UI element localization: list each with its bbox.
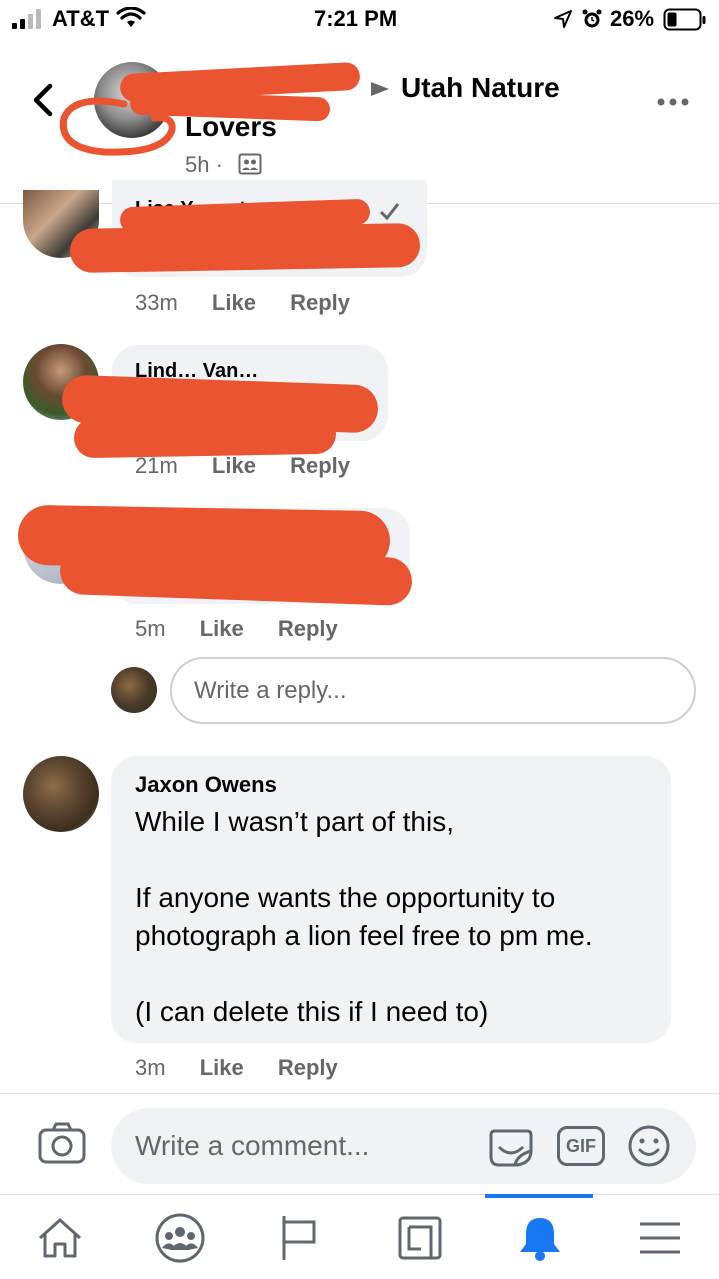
- nav-groups[interactable]: [125, 1195, 235, 1279]
- bottom-navigation: [0, 1194, 719, 1279]
- groups-icon: [155, 1213, 205, 1262]
- reply-input-placeholder: Write a reply...: [194, 677, 347, 704]
- notifications-bell-icon: [520, 1217, 560, 1261]
- my-avatar: [111, 667, 157, 713]
- like-button[interactable]: Like: [212, 453, 256, 478]
- battery-icon: [663, 8, 709, 37]
- gif-button[interactable]: GIF: [557, 1126, 605, 1166]
- news-icon: [398, 1216, 442, 1259]
- carrier-label: AT&T: [52, 6, 110, 31]
- comment-actions: 5m Like Reply: [135, 616, 435, 642]
- comment-time: 3m: [135, 1055, 166, 1080]
- comment-time: 33m: [135, 290, 178, 315]
- like-button[interactable]: Like: [212, 290, 256, 315]
- comment-body: While I wasn’t part of this, If anyone w…: [135, 806, 593, 1027]
- emoji-icon[interactable]: [627, 1124, 671, 1173]
- reply-button[interactable]: Reply: [278, 616, 338, 641]
- nav-news[interactable]: [365, 1195, 475, 1279]
- back-chevron-icon[interactable]: [30, 82, 56, 123]
- comment-actions: 21m Like Reply: [135, 453, 435, 479]
- status-bar: AT&T 7:21 PM 26%: [0, 0, 719, 40]
- nav-pages[interactable]: [245, 1195, 355, 1279]
- menu-icon: [640, 1222, 680, 1253]
- group-name-line2[interactable]: Lovers: [185, 111, 277, 143]
- signal-icon: [12, 9, 46, 29]
- comment-time: 5m: [135, 616, 166, 641]
- camera-icon[interactable]: [38, 1122, 86, 1169]
- like-button[interactable]: Like: [200, 616, 244, 641]
- nav-home[interactable]: [5, 1195, 115, 1279]
- comment-time: 21m: [135, 453, 178, 478]
- shared-to-arrow-icon: [368, 80, 392, 103]
- group-name-line1[interactable]: Utah Nature: [401, 72, 560, 104]
- comment-composer: Write a comment... GIF: [0, 1093, 719, 1195]
- nav-menu[interactable]: [605, 1195, 715, 1279]
- alarm-icon: [581, 8, 603, 35]
- commenter-avatar[interactable]: [23, 756, 99, 832]
- reply-button[interactable]: Reply: [278, 1055, 338, 1080]
- clock-time: 7:21 PM: [314, 6, 398, 31]
- sticker-icon[interactable]: [487, 1125, 535, 1174]
- more-options-icon[interactable]: [656, 94, 690, 112]
- redaction-loop: [59, 97, 176, 156]
- comment-input[interactable]: Write a comment... GIF: [111, 1108, 696, 1184]
- comment-input-placeholder: Write a comment...: [135, 1130, 370, 1161]
- battery-percent: 26%: [610, 6, 655, 31]
- group-privacy-icon: [238, 153, 262, 180]
- pages-flag-icon: [282, 1215, 316, 1260]
- gif-label: GIF: [566, 1135, 596, 1156]
- comment-actions: 3m Like Reply: [135, 1055, 435, 1081]
- comment-author[interactable]: Jaxon Owens: [135, 772, 277, 798]
- location-arrow-icon: [553, 9, 573, 34]
- redaction-mark: [69, 222, 421, 274]
- home-icon: [38, 1218, 82, 1257]
- wifi-icon: [116, 6, 146, 34]
- nav-notifications[interactable]: [485, 1195, 595, 1279]
- verified-badge-icon: [378, 200, 400, 225]
- comment-actions: 33m Like Reply: [135, 290, 435, 316]
- post-timestamp: 5h ·: [185, 152, 223, 177]
- redaction-mark: [73, 413, 337, 459]
- reply-button[interactable]: Reply: [290, 290, 350, 315]
- like-button[interactable]: Like: [200, 1055, 244, 1080]
- comment-bubble[interactable]: Jaxon Owens While I wasn’t part of this,…: [111, 756, 671, 1043]
- reply-button[interactable]: Reply: [290, 453, 350, 478]
- reply-input[interactable]: Write a reply...: [170, 657, 696, 724]
